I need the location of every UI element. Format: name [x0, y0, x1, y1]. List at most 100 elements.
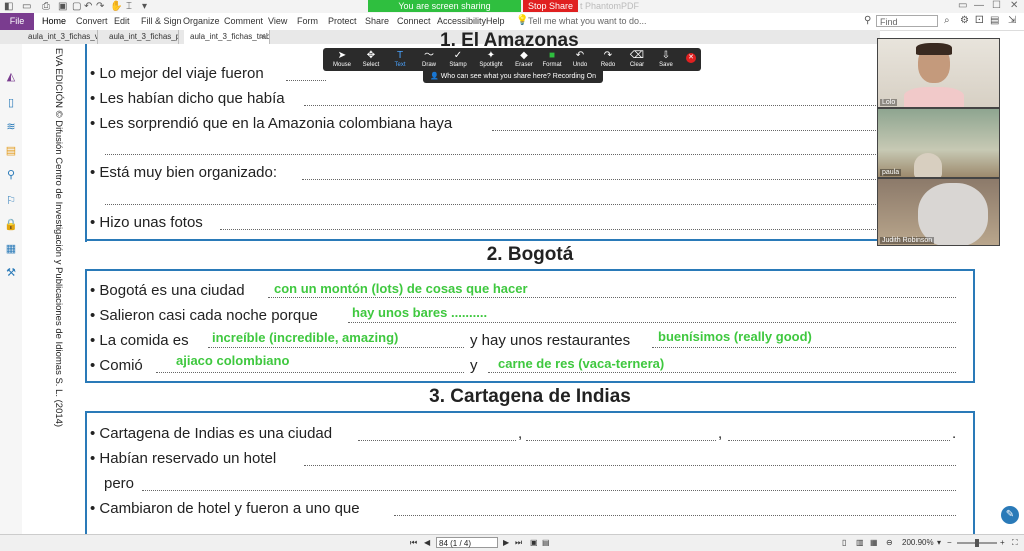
ribbon-toggle-icon[interactable]: ▭ [958, 0, 967, 11]
next-page-icon[interactable]: ▶ [503, 538, 509, 547]
menu-comment[interactable]: Comment [224, 16, 263, 26]
zoom-slider-thumb[interactable] [975, 539, 979, 547]
blank-line[interactable] [652, 347, 956, 348]
tool-undo[interactable]: ↶ Undo [565, 50, 595, 69]
zoom-level[interactable]: 200.90% [902, 538, 934, 547]
pages-icon[interactable]: ▯ [4, 96, 18, 110]
page-number-input[interactable]: 84 (1 / 4) [436, 537, 498, 548]
comment-bubble-icon[interactable]: ✎ [1001, 506, 1019, 524]
find-input[interactable]: Find [876, 15, 938, 27]
blank-line[interactable] [105, 154, 956, 155]
prev-page-icon[interactable]: ◀ [424, 538, 430, 547]
expand-icon[interactable]: ⇲ [1008, 15, 1016, 26]
blank-line[interactable] [488, 372, 956, 373]
menu-protect[interactable]: Protect [328, 16, 357, 26]
close-toolbar-icon[interactable]: ✕ [686, 53, 696, 63]
blank-line[interactable] [156, 372, 464, 373]
facing-icon[interactable]: ▦ [870, 538, 878, 547]
menu-help[interactable]: Help [486, 16, 505, 26]
blank-line[interactable] [302, 179, 956, 180]
menu-view[interactable]: View [268, 16, 287, 26]
doc-tab-1[interactable]: aula_int_3_fichas_vid... [22, 30, 98, 44]
zoom-out-button-icon[interactable]: − [947, 538, 952, 547]
blank-line[interactable] [394, 515, 956, 516]
blank-line[interactable] [304, 465, 956, 466]
blank-line[interactable] [286, 80, 326, 81]
video-tile-judith[interactable]: Judith Robinson [877, 178, 1000, 246]
tool-format[interactable]: ■ Format [537, 50, 567, 69]
video-tile-lolo[interactable]: Lolo [877, 38, 1000, 108]
print-icon[interactable]: ⎙ [42, 1, 50, 12]
help-icon[interactable]: ⚀ [975, 15, 984, 26]
blank-line[interactable] [728, 440, 950, 441]
menu-convert[interactable]: Convert [76, 16, 108, 26]
minimize-icon[interactable]: — [974, 0, 984, 11]
fields-icon[interactable]: ▦ [4, 242, 18, 256]
fit-page-icon[interactable]: ▣ [530, 538, 538, 547]
tool-text[interactable]: T Text [385, 50, 415, 69]
feedback-icon[interactable]: ▤ [990, 15, 999, 26]
stop-share-button[interactable]: Stop Share [523, 0, 578, 12]
fit-width-icon[interactable]: ▤ [542, 538, 550, 547]
menu-connect[interactable]: Connect [397, 16, 431, 26]
settings-icon[interactable]: ⚙ [960, 15, 969, 26]
blank-line[interactable] [142, 490, 956, 491]
blank-line[interactable] [268, 297, 956, 298]
menu-form[interactable]: Form [297, 16, 318, 26]
tool-clear[interactable]: ⌫ Clear [622, 50, 652, 69]
doc-tab-2[interactable]: aula_int_3_fichas_pro... [103, 30, 179, 44]
tool-spotlight[interactable]: ✦ Spotlight [476, 50, 506, 69]
menu-fill-sign[interactable]: Fill & Sign [141, 16, 182, 26]
blank-line[interactable] [105, 204, 956, 205]
hand-tool-icon[interactable]: ✋ [110, 1, 122, 12]
hand-icon[interactable]: ◭ [4, 70, 18, 84]
blank-line[interactable] [526, 440, 716, 441]
tools-icon[interactable]: ⚒ [4, 266, 18, 280]
first-page-icon[interactable]: ⏮ [410, 538, 417, 548]
doc-tab-3[interactable]: aula_int_3_fichas_traba...✕ [184, 30, 270, 44]
blank-line[interactable] [208, 347, 464, 348]
blank-line[interactable] [358, 440, 516, 441]
zoom-dropdown-icon[interactable]: ▾ [937, 538, 941, 547]
dropdown-icon[interactable]: ▾ [142, 1, 147, 12]
tell-me-search[interactable]: Tell me what you want to do... [528, 16, 647, 26]
blank-line[interactable] [348, 322, 956, 323]
layers-icon[interactable]: ≋ [4, 120, 18, 134]
redo-icon[interactable]: ↷ [96, 1, 104, 12]
undo-icon[interactable]: ↶ [84, 1, 92, 12]
bookmarks-icon[interactable]: ⚐ [4, 194, 18, 208]
zoom-in-icon[interactable]: + [1000, 538, 1005, 547]
video-tile-paula[interactable]: paula [877, 108, 1000, 178]
search-options-icon[interactable]: ⌕ [944, 15, 950, 26]
blank-line[interactable] [304, 105, 956, 106]
menu-share[interactable]: Share [365, 16, 389, 26]
continuous-icon[interactable]: ▥ [856, 538, 864, 547]
select-text-icon[interactable]: ⌶ [126, 1, 132, 12]
menu-edit[interactable]: Edit [114, 16, 130, 26]
tool-redo[interactable]: ↷ Redo [593, 50, 623, 69]
recording-notice[interactable]: 👤 Who can see what you share here? Recor… [423, 71, 603, 83]
file-menu-button[interactable]: File [0, 13, 34, 30]
tool-select[interactable]: ✥ Select [356, 50, 386, 69]
zoom-out-icon[interactable]: ⊖ [886, 538, 893, 547]
blank-line[interactable] [220, 229, 956, 230]
comments-icon[interactable]: ▤ [4, 144, 18, 158]
menu-home[interactable]: Home [42, 16, 66, 26]
fullscreen-icon[interactable]: ⛶ [1012, 538, 1018, 548]
lock-icon[interactable]: 🔒 [4, 218, 18, 232]
tool-eraser[interactable]: ◆ Eraser [509, 50, 539, 69]
close-tab-icon[interactable]: ✕ [259, 30, 266, 44]
save-icon[interactable]: ▣ [58, 1, 67, 12]
close-icon[interactable]: ✕ [1010, 0, 1018, 11]
menu-accessibility[interactable]: Accessibility [437, 16, 486, 26]
maximize-icon[interactable]: ☐ [992, 0, 1001, 11]
open-icon[interactable]: ▭ [22, 1, 31, 12]
single-page-icon[interactable]: ▯ [842, 538, 846, 547]
tool-draw[interactable]: 〜 Draw [414, 50, 444, 69]
tool-stamp[interactable]: ✓ Stamp [443, 50, 473, 69]
tool-save[interactable]: ⇩ Save [651, 50, 681, 69]
tool-mouse[interactable]: ➤ Mouse [327, 50, 357, 69]
attachments-icon[interactable]: ⚲ [4, 168, 18, 182]
last-page-icon[interactable]: ⏭ [515, 538, 522, 548]
menu-organize[interactable]: Organize [183, 16, 220, 26]
